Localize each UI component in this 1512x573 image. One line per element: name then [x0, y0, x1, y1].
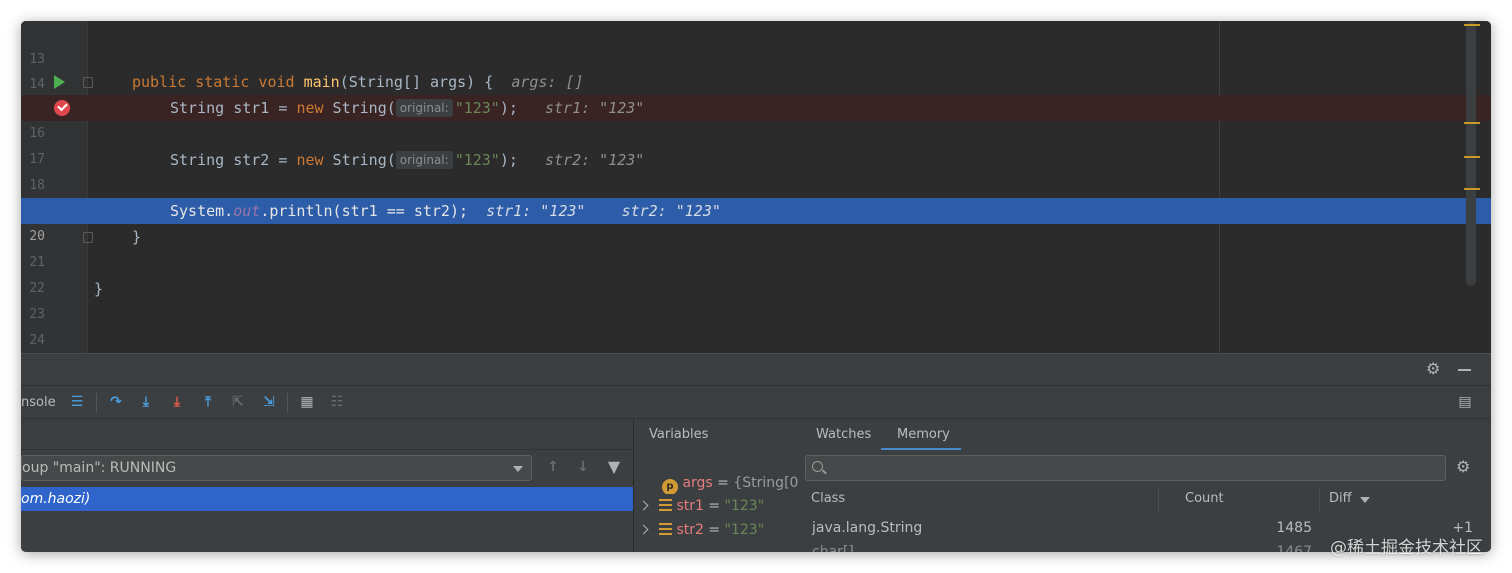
step-into-icon[interactable]: ⤓: [137, 393, 155, 411]
trace-stream-icon[interactable]: ☷: [328, 393, 346, 411]
class-name-cell: char[]: [812, 544, 854, 552]
watermark: @稀土掘金技术社区: [1330, 538, 1483, 558]
stack-frame-row[interactable]: om.haozi): [21, 487, 633, 511]
memory-search-input[interactable]: [805, 455, 1446, 481]
tab-memory[interactable]: Memory: [897, 427, 950, 442]
column-separator[interactable]: [1319, 487, 1320, 513]
breakpoint-icon[interactable]: [54, 100, 70, 116]
thread-selector-value: oup "main": RUNNING: [22, 460, 177, 476]
chevron-down-icon: [513, 466, 523, 472]
toolbar-separator: [287, 393, 288, 413]
fold-icon[interactable]: [83, 232, 93, 243]
variables-title: Variables: [649, 427, 709, 442]
code-text: }: [94, 280, 104, 298]
search-icon: [812, 461, 823, 472]
code-line[interactable]: 22: [21, 250, 1491, 296]
column-header-class[interactable]: Class: [811, 491, 845, 506]
variables-pane: Variables p args = {String[0 str1 = "123…: [634, 419, 800, 552]
minimize-icon[interactable]: [1458, 369, 1471, 371]
inline-value: args: []: [511, 73, 584, 91]
column-header-count[interactable]: Count: [1185, 491, 1224, 506]
error-stripe-marker[interactable]: [1464, 156, 1480, 158]
drop-frame-icon[interactable]: ⇱: [229, 393, 247, 411]
column-separator[interactable]: [1158, 487, 1159, 513]
toolbar-separator: [96, 393, 97, 413]
class-name-cell: java.lang.String: [812, 520, 923, 536]
error-stripe-marker[interactable]: [1464, 188, 1480, 190]
run-to-cursor-icon[interactable]: ⇲: [260, 393, 278, 411]
column-header-diff[interactable]: Diff: [1329, 491, 1352, 506]
code-text: String str2 = new String(original: "123")…: [170, 151, 645, 169]
code-line[interactable]: 15 public static void main(String[] args…: [21, 69, 1491, 115]
memory-settings-gear-icon[interactable]: ⚙: [1456, 459, 1470, 475]
code-text: public static void main(String[] args) {…: [132, 73, 584, 91]
debug-panel-header: ⚙: [21, 353, 1491, 385]
variable-name: args: [682, 475, 713, 491]
variable-value: "123": [724, 522, 765, 538]
breakpoint-line[interactable]: 16 String str1 = new String(original: "12…: [21, 95, 1491, 141]
code-line[interactable]: 19: [21, 173, 1491, 219]
step-out-icon[interactable]: ⤒: [199, 393, 217, 411]
variable-name: str1: [676, 498, 704, 514]
chevron-right-icon[interactable]: [638, 524, 649, 535]
editor-scrollbar[interactable]: [1466, 21, 1476, 286]
inline-value: str1: "123": [545, 99, 645, 117]
code-line[interactable]: 23 }: [21, 276, 1491, 322]
error-stripe-marker[interactable]: [1464, 122, 1480, 124]
settings-gear-icon[interactable]: ⚙: [1426, 361, 1440, 377]
parameter-icon: p: [662, 479, 678, 494]
variable-value: "123": [724, 498, 765, 514]
count-cell: 1485: [1276, 520, 1312, 536]
ide-window: 13 14 15 public static void main(String[…: [21, 21, 1491, 552]
show-frames-icon[interactable]: ☰: [68, 393, 86, 411]
arrow-down-icon[interactable]: ↓: [574, 458, 592, 476]
variable-row[interactable]: str1 = "123": [634, 495, 800, 517]
code-line[interactable]: 13: [21, 21, 1491, 67]
console-tab[interactable]: nsole: [21, 395, 56, 410]
code-text: String str1 = new String(original: "123")…: [170, 99, 645, 117]
parameter-hint: original:: [395, 99, 453, 117]
code-text: System.out.println(str1 == str2); str1: …: [170, 202, 721, 220]
fold-icon[interactable]: [83, 77, 93, 88]
execution-line[interactable]: 20 System.out.println(str1 == str2); str…: [21, 198, 1491, 244]
parameter-hint: original:: [395, 151, 453, 169]
chevron-right-icon[interactable]: [638, 500, 649, 511]
variable-name: str2: [676, 522, 704, 538]
code-line[interactable]: 24: [21, 302, 1491, 348]
run-icon[interactable]: [54, 75, 65, 89]
inline-value: str2: "123": [545, 151, 645, 169]
tab-watches[interactable]: Watches: [816, 427, 871, 442]
code-text: }: [132, 228, 142, 246]
code-line[interactable]: 21 }: [21, 224, 1491, 270]
field-icon: [659, 523, 672, 535]
step-over-icon[interactable]: ↷: [107, 393, 125, 411]
frames-header: [21, 419, 633, 450]
arrow-up-icon[interactable]: ↑: [544, 458, 562, 476]
sort-desc-icon: [1360, 497, 1370, 503]
variable-row[interactable]: p args = {String[0: [634, 472, 800, 494]
active-tab-indicator: [881, 448, 961, 450]
error-stripe-marker[interactable]: [1464, 24, 1480, 26]
line-number: 24: [29, 333, 45, 348]
stack-frame-label: om.haozi): [21, 491, 91, 507]
evaluate-expression-icon[interactable]: ▦: [298, 393, 316, 411]
inline-value: str2: "123": [621, 202, 721, 220]
layout-settings-icon[interactable]: ▤: [1456, 393, 1474, 411]
code-line[interactable]: 18 String str2 = new String(original: "12…: [21, 147, 1491, 193]
code-line[interactable]: 17: [21, 121, 1491, 167]
inline-value: str1: "123": [486, 202, 586, 220]
variable-value: {String[0: [733, 475, 799, 491]
thread-selector[interactable]: oup "main": RUNNING: [21, 455, 532, 481]
code-editor[interactable]: 13 14 15 public static void main(String[…: [21, 21, 1491, 353]
filter-icon[interactable]: ▼: [605, 458, 623, 476]
count-cell: 1467: [1276, 544, 1312, 552]
debug-toolbar: nsole ☰ ↷ ⤓ ⤓ ⤒ ⇱ ⇲ ▦ ☷ ▤: [21, 385, 1491, 419]
variable-row[interactable]: str2 = "123": [634, 519, 800, 541]
frames-pane: oup "main": RUNNING ↑ ↓ ▼ om.haozi): [21, 419, 633, 552]
field-icon: [659, 499, 672, 511]
force-step-into-icon[interactable]: ⤓: [168, 393, 186, 411]
